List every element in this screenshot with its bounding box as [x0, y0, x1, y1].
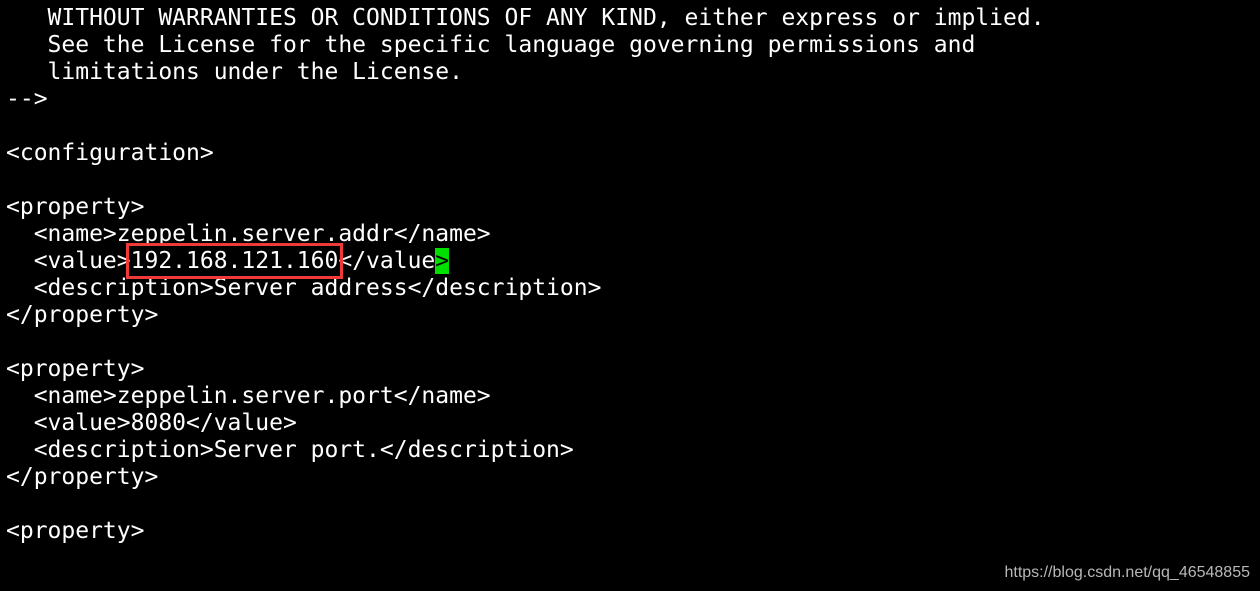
text-line: <name>zeppelin.server.addr</name>	[6, 221, 491, 247]
text-line: See the License for the specific languag…	[6, 32, 976, 58]
text-line	[6, 491, 1045, 518]
text-line: <property>	[6, 518, 145, 544]
text-line: <name>zeppelin.server.port</name>	[6, 383, 491, 409]
text-line: </property>	[6, 464, 159, 490]
text-line: <configuration>	[6, 140, 214, 166]
value-line: <value>192.168.121.160</value>	[6, 243, 1045, 279]
text-cursor: >	[435, 248, 450, 274]
text-line	[6, 113, 1045, 140]
text-line: <property>	[6, 194, 145, 220]
text-line: limitations under the License.	[6, 59, 463, 85]
text-line: WITHOUT WARRANTIES OR CONDITIONS OF ANY …	[6, 5, 1045, 31]
text-line: <description>Server address</description…	[6, 275, 602, 301]
terminal-editor[interactable]: WITHOUT WARRANTIES OR CONDITIONS OF ANY …	[6, 5, 1045, 545]
text-line	[6, 329, 1045, 356]
watermark: https://blog.csdn.net/qq_46548855	[1004, 564, 1250, 581]
highlighted-ip-address: 192.168.121.160	[125, 243, 344, 279]
text-line	[6, 167, 1045, 194]
text-line: <value>8080</value>	[6, 410, 297, 436]
value-suffix: </value	[338, 248, 436, 274]
text-line: <description>Server port.</description>	[6, 437, 574, 463]
value-prefix: <value>	[6, 248, 131, 274]
text-line: </property>	[6, 302, 159, 328]
text-line: -->	[6, 86, 48, 112]
text-line: <property>	[6, 356, 145, 382]
